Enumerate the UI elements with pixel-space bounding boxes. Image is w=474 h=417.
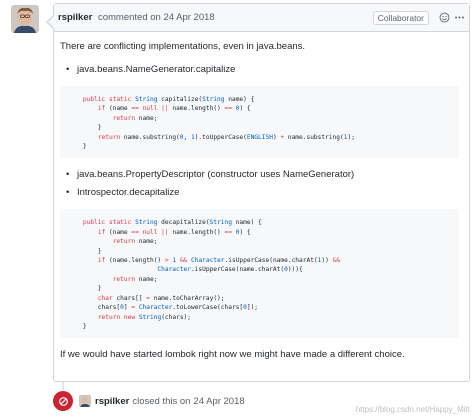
- smiley-icon[interactable]: [438, 12, 450, 24]
- list-1: java.beans.NameGenerator.capitalize: [60, 63, 459, 76]
- closed-event: rspilker closed this on 24 Apr 2018: [53, 390, 353, 412]
- list-item: Introspector.decapitalize: [66, 186, 459, 199]
- comment-author[interactable]: rspilker: [58, 12, 92, 23]
- comment-body: There are conflicting implementations, e…: [54, 32, 469, 361]
- comment-outro: If we would have started lombok right no…: [60, 349, 405, 361]
- list-2: java.beans.PropertyDescriptor (construct…: [60, 168, 459, 199]
- watermark: https://blog.csdn.net/Happy_Mitt: [355, 405, 470, 414]
- list-item: java.beans.NameGenerator.capitalize: [66, 63, 459, 76]
- list-item: java.beans.PropertyDescriptor (construct…: [66, 168, 459, 181]
- avatar-photo: [11, 5, 39, 33]
- comment-action: commented on: [97, 12, 161, 23]
- code-block-capitalize: public static String capitalize(String n…: [60, 86, 459, 159]
- event-date[interactable]: 24 Apr 2018: [193, 396, 244, 407]
- comment-date[interactable]: 24 Apr 2018: [163, 12, 214, 23]
- collaborator-badge: Collaborator: [372, 10, 429, 25]
- comment-intro: There are conflicting implementations, e…: [60, 41, 306, 52]
- circle-slash-icon: [53, 391, 73, 411]
- event-action: closed this on: [132, 395, 191, 407]
- code-block-decapitalize: public static String decapitalize(String…: [60, 209, 459, 339]
- comment-header: rspilker commented on 24 Apr 2018 Collab…: [54, 4, 469, 32]
- kebab-icon[interactable]: [453, 12, 465, 24]
- event-avatar[interactable]: [79, 395, 91, 407]
- comment-box: rspilker commented on 24 Apr 2018 Collab…: [46, 3, 470, 382]
- event-author[interactable]: rspilker: [95, 396, 129, 407]
- timeline-connector: [62, 382, 64, 390]
- commenter-avatar[interactable]: [11, 5, 39, 33]
- comment-meta: rspilker commented on 24 Apr 2018: [58, 12, 373, 23]
